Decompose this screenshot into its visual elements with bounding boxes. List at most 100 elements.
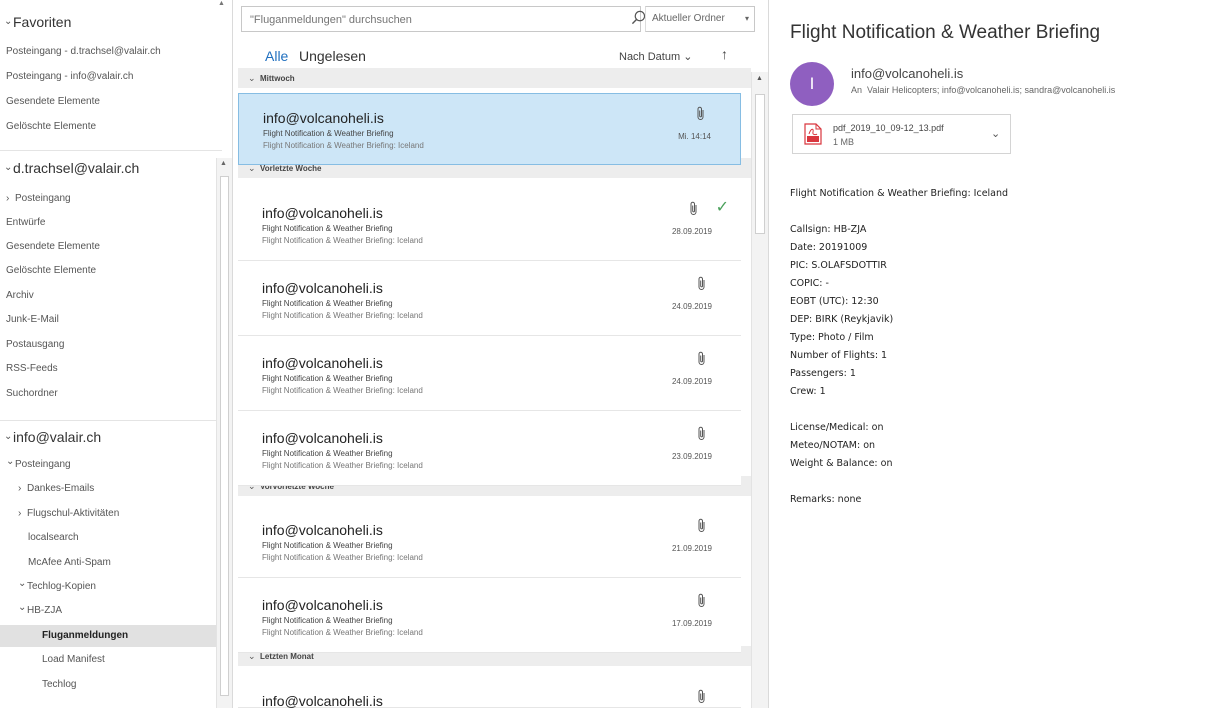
folder-item[interactable]: McAfee Anti-Spam [0, 552, 216, 574]
message-row[interactable]: info@volcanoheli.is Flight Notification &… [238, 189, 741, 261]
to-prefix: An [851, 85, 863, 95]
folder-item[interactable]: Posteingang - info@valair.ch [0, 66, 216, 88]
folder-label: Load Manifest [42, 654, 105, 665]
folder-section[interactable]: ⌄Favoriten [0, 9, 216, 35]
folder-label: Flugschul-Aktivitäten [27, 508, 120, 519]
folder-item[interactable]: Entwürfe [0, 212, 216, 234]
folder-pane: ⌄Favoriten Posteingang - d.trachsel@valai… [0, 0, 232, 708]
folder-item[interactable]: ⌄Posteingang [0, 454, 216, 476]
search-scope-label: Aktueller Ordner [652, 13, 725, 24]
search-scope-dropdown[interactable]: Aktueller Ordner ▾ [645, 6, 755, 32]
tab-all[interactable]: Alle [265, 48, 288, 64]
body-line [790, 401, 1008, 419]
folder-label: HB-ZJA [27, 605, 62, 616]
avatar[interactable]: I [790, 62, 834, 106]
chevron-down-icon: ⌄ [248, 73, 256, 83]
search-input[interactable] [250, 11, 620, 28]
group-header[interactable]: ⌄ Mittwoch [238, 68, 751, 88]
folder-item[interactable]: Gelöschte Elemente [0, 260, 216, 282]
message-title: Flight Notification & Weather Briefing [790, 22, 1101, 43]
message-row[interactable]: info@volcanoheli.is Flight Notification &… [238, 414, 741, 486]
folder-scrollbar[interactable]: ▲ [216, 158, 232, 708]
folder-item[interactable]: localsearch [0, 527, 216, 549]
search-box[interactable] [241, 6, 641, 32]
group-label: Letzten Monat [260, 652, 314, 661]
folder-item[interactable]: Gesendete Elemente [0, 236, 216, 258]
folder-item[interactable]: Archiv [0, 285, 216, 307]
folder-item[interactable]: › Dankes-Emails [0, 478, 216, 500]
folder-item[interactable]: ⌄Techlog-Kopien [0, 576, 216, 598]
folder-item[interactable]: › Flugschul-Aktivitäten [0, 503, 216, 525]
chevron-down-icon[interactable]: ⌄ [18, 576, 27, 595]
chevron-down-icon[interactable]: ⌄ [4, 424, 13, 450]
chevron-right-icon[interactable]: › [18, 478, 27, 500]
folder-label: localsearch [28, 532, 79, 543]
folder-label: Gelöschte Elemente [6, 121, 97, 132]
chevron-right-icon[interactable]: › [6, 188, 15, 210]
message-row[interactable]: info@volcanoheli.is Flight Notification &… [238, 339, 741, 411]
message-row[interactable]: info@volcanoheli.is Flight Notification &… [238, 93, 741, 165]
recipients[interactable]: Valair Helicopters; info@volcanoheli.is;… [867, 85, 1115, 95]
chevron-down-icon[interactable]: ⌄ [991, 127, 1000, 140]
message-sender: info@volcanoheli.is [263, 110, 384, 126]
scrollbar-thumb[interactable] [755, 94, 765, 234]
folder-item[interactable]: Fluganmeldungen [0, 625, 216, 647]
message-sender: info@volcanoheli.is [262, 430, 383, 446]
folder-label: Favoriten [13, 14, 72, 30]
scrollbar-thumb[interactable] [220, 176, 229, 696]
message-preview: Flight Notification & Weather Briefing: … [262, 236, 423, 245]
folder-item[interactable]: Suchordner [0, 383, 216, 405]
sort-dropdown[interactable]: Nach Datum ⌄ [619, 50, 692, 63]
body-line: Remarks: none [790, 494, 862, 505]
attachment-card[interactable]: pdf_2019_10_09-12_13.pdf 1 MB ⌄ [792, 114, 1011, 154]
folder-item[interactable]: Gelöschte Elemente [0, 116, 216, 138]
folder-label: Gesendete Elemente [6, 241, 100, 252]
folder-item[interactable]: Postausgang [0, 334, 216, 356]
arrow-up-icon[interactable]: ↑ [721, 46, 728, 62]
message-list-scrollbar[interactable]: ▲ [751, 72, 768, 708]
scroll-up-icon[interactable]: ▲ [218, 0, 225, 7]
scroll-up-icon[interactable]: ▲ [756, 75, 763, 82]
message-preview: Flight Notification & Weather Briefing: … [262, 311, 423, 320]
folder-item[interactable]: ⌄HB-ZJA [0, 600, 216, 622]
chevron-down-icon[interactable]: ⌄ [4, 9, 13, 35]
tab-unread[interactable]: Ungelesen [299, 48, 366, 64]
message-date: 17.09.2019 [671, 619, 712, 628]
body-line: Callsign: HB-ZJA [790, 224, 867, 235]
folder-section[interactable]: ⌄info@valair.ch [0, 424, 216, 450]
folder-label: Junk-E-Mail [6, 314, 59, 325]
message-row[interactable]: info@volcanoheli.is Flight Notification &… [238, 264, 741, 336]
chevron-down-icon[interactable]: ⌄ [18, 600, 27, 619]
folder-label: Posteingang [15, 459, 71, 470]
scroll-up-icon[interactable]: ▲ [220, 160, 227, 167]
chevron-down-icon[interactable]: ⌄ [6, 454, 15, 473]
message-preview: Flight Notification & Weather Briefing: … [262, 628, 423, 637]
sender-address[interactable]: info@volcanoheli.is [851, 66, 963, 81]
folder-label: Techlog [42, 679, 77, 690]
chevron-right-icon[interactable]: › [18, 503, 27, 525]
sort-label: Nach Datum [619, 51, 681, 63]
folder-item[interactable]: RSS-Feeds [0, 358, 216, 380]
folder-item[interactable]: › Posteingang [0, 188, 216, 210]
folder-section[interactable]: ⌄d.trachsel@valair.ch [0, 155, 216, 181]
message-sender: info@volcanoheli.is [262, 280, 383, 296]
folder-label: Posteingang - info@valair.ch [6, 71, 134, 82]
message-row[interactable]: info@volcanoheli.is Flight Notification &… [238, 581, 741, 653]
section-divider [0, 420, 222, 421]
body-line: COPIC: - [790, 278, 829, 289]
folder-label: info@valair.ch [13, 429, 102, 445]
folder-item[interactable]: Gesendete Elemente [0, 91, 216, 113]
folder-item[interactable]: Load Manifest [0, 649, 216, 671]
body-line [790, 473, 1008, 491]
section-divider [0, 150, 222, 151]
message-row[interactable]: info@volcanoheli.is [238, 677, 741, 708]
folder-item[interactable]: Posteingang - d.trachsel@valair.ch [0, 41, 216, 63]
search-icon[interactable] [631, 10, 646, 25]
body-line: DEP: BIRK (Reykjavik) [790, 314, 894, 325]
message-row[interactable]: info@volcanoheli.is Flight Notification &… [238, 506, 741, 578]
chevron-down-icon[interactable]: ⌄ [4, 155, 13, 181]
folder-item[interactable]: Junk-E-Mail [0, 309, 216, 331]
folder-item[interactable]: Techlog [0, 674, 216, 696]
attachment-icon [697, 593, 706, 612]
message-subject: Flight Notification & Weather Briefing [263, 129, 394, 138]
